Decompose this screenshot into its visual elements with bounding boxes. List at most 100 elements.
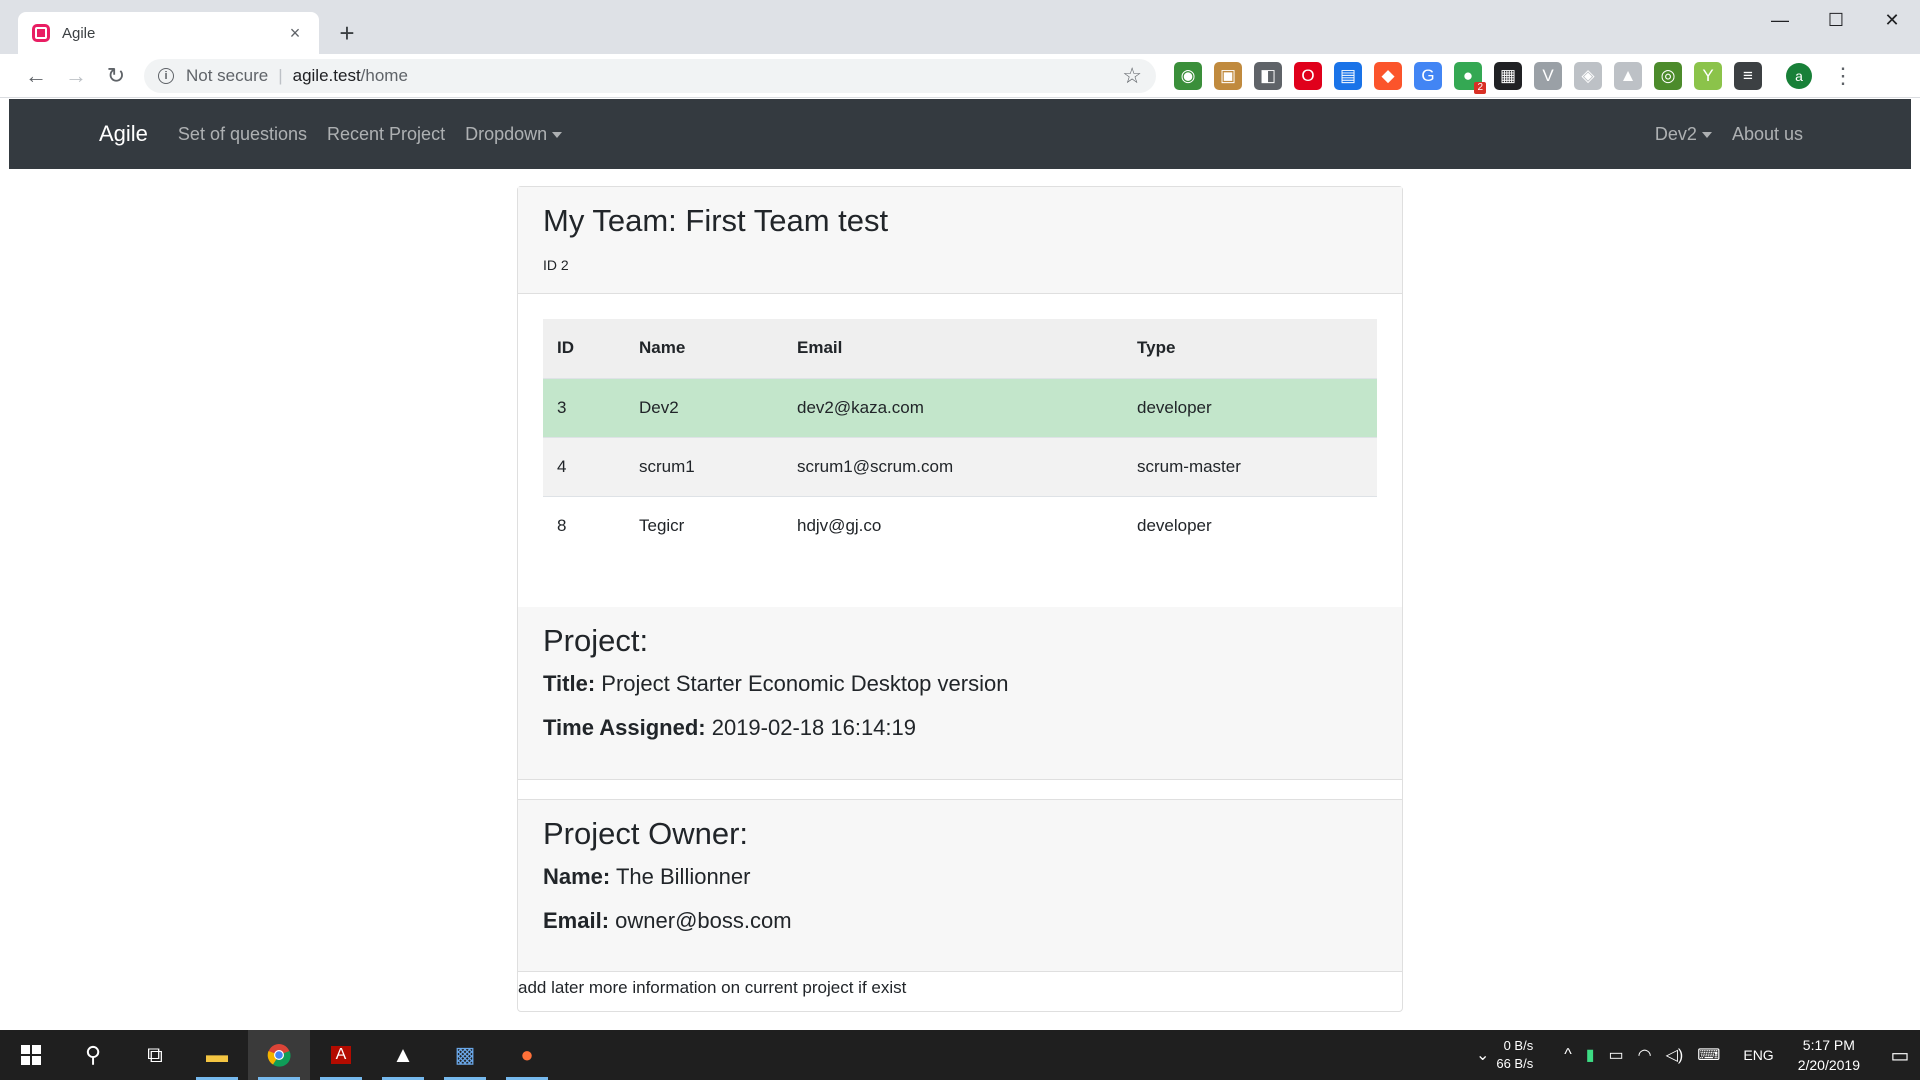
nav-dropdown-label: Dropdown [465,123,548,144]
keyboard-icon[interactable]: ⌨ [1697,1045,1720,1065]
globe-extension-icon[interactable]: ◉ [1174,61,1202,90]
v-extension-icon[interactable]: V [1534,61,1562,90]
card-footer-note: add later more information on current pr… [518,971,1402,998]
start-button[interactable] [0,1030,62,1080]
project-heading: Project: [543,623,649,658]
cell-email: scrum1@scrum.com [783,437,1123,497]
pdf-reader-icon[interactable]: A [310,1030,372,1080]
owner-heading: Project Owner: [543,816,749,851]
nav-dropdown[interactable]: Dropdown [465,123,563,145]
file-explorer-icon[interactable]: ▬ [186,1030,248,1080]
nav-link-about-us[interactable]: About us [1732,124,1803,145]
badge-extension-icon[interactable]: ● 2 [1454,61,1486,94]
team-card: My Team: First Team test ID 2 ID Name Em… [517,186,1403,1012]
nav-link-recent-project[interactable]: Recent Project [327,124,445,145]
box-extension-icon[interactable]: ▣ [1214,61,1242,90]
owner-name-label: Name: [543,864,611,889]
cell-id: 3 [543,378,625,438]
show-hidden-icons-icon[interactable]: ^ [1564,1046,1572,1064]
column-header-name: Name [625,319,783,379]
team-card-header: My Team: First Team test ID 2 [518,187,1402,294]
photos-icon[interactable]: ▲ [372,1030,434,1080]
new-tab-button[interactable]: + [332,18,362,48]
battery-monitor-icon[interactable]: ▮ [1586,1045,1595,1065]
project-section: Project: Title: Project Starter Economic… [518,607,1402,779]
user-dropdown-label: Dev2 [1654,123,1697,144]
system-clock[interactable]: 5:17 PM 2/20/2019 [1798,1035,1860,1075]
table-row: 4 scrum1 scrum1@scrum.com scrum-master [543,437,1377,497]
translate-extension-icon[interactable]: G [1414,61,1442,90]
site-navbar: Agile Set of questions Recent Project Dr… [9,99,1911,169]
wifi-icon[interactable]: ◠ [1638,1045,1652,1065]
shield-extension-icon[interactable]: ◈ [1574,61,1602,90]
team-id: ID 2 [543,257,569,273]
battery-icon[interactable]: ▭ [1609,1045,1624,1065]
extension-toolbar: ◉ ▣ ◧ O ▤ ◆ G ● 2 ▦ V ◈ ▲ ◎ Y ≡ [1174,61,1762,94]
cell-name: Dev2 [625,378,783,438]
user-dropdown[interactable]: Dev2 [1655,124,1712,145]
window-extension-icon[interactable]: ▤ [1334,61,1362,90]
list-extension-icon[interactable]: ≡ [1734,61,1762,90]
navbar-right: Dev2 About us [1635,99,1803,169]
qr-extension-icon[interactable]: ▦ [1494,61,1522,90]
volume-icon[interactable]: ◁) [1666,1045,1684,1065]
search-extension-icon[interactable]: ◎ [1654,61,1682,90]
team-table-wrapper: ID Name Email Type 3 Dev2 dev2@kaza.com … [518,294,1402,555]
table-row: 3 Dev2 dev2@kaza.com developer [543,378,1377,438]
tab-strip: Agile × + — ☐ ✕ [0,0,1920,54]
owner-email-label: Email: [543,908,610,933]
owner-email-value: owner@boss.com [615,908,792,933]
table-row: 8 Tegicr hdjv@gj.co developer [543,496,1377,555]
opera-extension-icon[interactable]: O [1294,61,1322,90]
drive-extension-icon[interactable]: ▲ [1614,61,1642,90]
network-speed: 0 B/s 66 B/s [1496,1037,1533,1073]
firefox-icon[interactable]: ● [496,1030,558,1080]
back-button[interactable]: ← [16,58,56,94]
puzzle-extension-icon[interactable]: ◧ [1254,61,1282,90]
windows-logo-icon [21,1045,41,1065]
url-host: agile.test [292,65,361,85]
owner-name-value: The Billionner [615,864,751,889]
close-window-button[interactable]: ✕ [1864,0,1920,40]
web-page: Agile Set of questions Recent Project Dr… [9,99,1911,1030]
project-time-line: Time Assigned: 2019-02-18 16:14:19 [543,715,1377,741]
y-extension-icon[interactable]: Y [1694,61,1722,90]
search-icon[interactable]: ⚲ [62,1030,124,1080]
notification-center-icon[interactable]: ▭ [1880,1043,1920,1068]
team-members-table: ID Name Email Type 3 Dev2 dev2@kaza.com … [543,319,1377,555]
chrome-taskbar-icon[interactable] [248,1030,310,1080]
cell-name: scrum1 [625,437,783,497]
forward-button[interactable]: → [56,58,96,94]
cell-email: hdjv@gj.co [783,496,1123,555]
team-title: My Team: First Team test [543,203,889,238]
cell-name: Tegicr [625,496,783,555]
site-info-icon[interactable]: i [158,67,174,84]
paint-app-icon[interactable]: ▩ [434,1030,496,1080]
nav-link-set-of-questions[interactable]: Set of questions [178,124,307,145]
brave-extension-icon[interactable]: ◆ [1374,61,1402,90]
app-favicon-icon [32,24,50,42]
cell-email: dev2@kaza.com [783,378,1123,438]
navbar-brand[interactable]: Agile [99,121,148,147]
tab-close-icon[interactable]: × [285,23,305,44]
profile-avatar[interactable]: a [1786,62,1812,89]
bookmark-star-icon[interactable]: ☆ [1122,63,1142,89]
task-view-icon[interactable]: ⧉ [124,1030,186,1080]
input-language[interactable]: ENG [1743,1047,1773,1063]
reload-button[interactable]: ↻ [96,58,136,94]
column-header-email: Email [783,319,1123,379]
section-divider [518,779,1402,799]
net-upload: 0 B/s [1503,1038,1534,1053]
browser-tab[interactable]: Agile × [18,12,319,54]
maximize-button[interactable]: ☐ [1808,0,1864,40]
browser-menu-icon[interactable]: ⋮ [1832,63,1854,89]
address-bar[interactable]: i Not secure | agile.test /home ☆ [144,58,1156,93]
owner-email-line: Email: owner@boss.com [543,908,1377,934]
project-title-value: Project Starter Economic Desktop version [601,671,1009,696]
clock-date: 2/20/2019 [1797,1057,1860,1073]
project-time-value: 2019-02-18 16:14:19 [711,715,917,740]
expand-arrow-icon[interactable]: ⌄ [1476,1045,1489,1065]
minimize-button[interactable]: — [1752,0,1808,40]
dropdown-caret-icon [552,131,563,138]
windows-taskbar: ⚲ ⧉ ▬ A ▲ ▩ ● ⌄ 0 B/s 66 B/s ^ ▮ ▭ ◠ ◁) … [0,1030,1920,1080]
